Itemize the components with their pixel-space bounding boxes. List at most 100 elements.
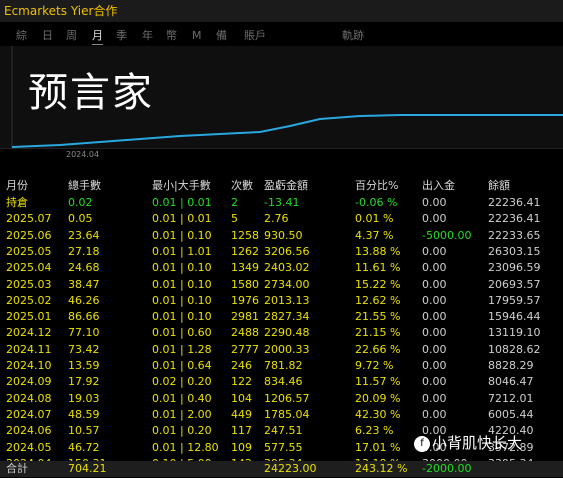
table-row-percent: 9.72 % <box>355 359 394 372</box>
table-row-min-max-lots: 0.01 | 0.10 <box>152 261 212 275</box>
table-row: 2025.06 23.64 0.01 | 0.10 1258 930.50 4.37 % -… <box>0 228 563 244</box>
tab-4[interactable]: 季 <box>116 28 127 44</box>
table-row-count: 1349 <box>231 261 259 275</box>
table-row-month: 2024.10 <box>6 359 52 372</box>
table-row: 2024.11 73.42 0.01 | 1.28 2777 2000.33 22.66 … <box>0 342 563 358</box>
table-row-balance: 17959.57 <box>488 293 541 307</box>
equity-curve <box>11 114 563 148</box>
table-row-pnl: 2000.33 <box>264 342 310 356</box>
table-row-deposit: 0.00 <box>422 277 447 291</box>
tab-2[interactable]: 周 <box>66 28 77 44</box>
table-row-percent: 21.15 % <box>355 326 401 340</box>
table-row-pnl: 930.50 <box>264 228 303 242</box>
table-row-month: 2024.12 <box>6 326 52 340</box>
total-row: 合計 704.21 24223.00 243.12 % -2000.00 <box>0 461 563 477</box>
table-row: 2024.08 19.03 0.01 | 0.40 104 1206.57 20.09 %… <box>0 391 563 407</box>
table-row: 2024.07 48.59 0.01 | 2.00 449 1785.04 42.30 %… <box>0 407 563 423</box>
table-row-min-max-lots: 0.01 | 12.80 <box>152 440 219 454</box>
header-row-month: 月份 <box>6 179 28 192</box>
table-row-percent: 42.30 % <box>355 407 401 421</box>
table-row-month: 2025.01 <box>6 310 52 324</box>
table-row-pnl: 2403.02 <box>264 261 310 275</box>
overlay-title: 预言家 <box>28 70 154 116</box>
tab-3[interactable]: 月 <box>92 28 103 45</box>
table-row-total-lots: 46.26 <box>68 293 100 307</box>
table-row-min-max-lots: 0.01 | 0.10 <box>152 310 212 324</box>
table-row-total-lots: 19.03 <box>68 391 100 405</box>
table-row: 2025.03 38.47 0.01 | 0.10 1580 2734.00 15.22 … <box>0 277 563 293</box>
table-row-pnl: 2013.13 <box>264 293 310 307</box>
table-row: 2025.04 24.68 0.01 | 0.10 1349 2403.02 11.61 … <box>0 260 563 276</box>
header-row-deposit: 出入金 <box>422 179 455 192</box>
table-row-month: 2024.06 <box>6 424 52 438</box>
table-row-total-lots: 38.47 <box>68 277 100 291</box>
table-row-pnl: 2290.48 <box>264 326 310 340</box>
table-row-balance: 6005.44 <box>488 407 534 421</box>
table-row-total-lots: 73.42 <box>68 342 100 356</box>
table-row-deposit: 0.00 <box>422 261 447 275</box>
table-row-month: 2024.11 <box>6 342 52 356</box>
total-row-percent: 243.12 % <box>355 462 408 475</box>
table-row-percent: 21.55 % <box>355 310 401 324</box>
watermark: f 小背肌快长大 <box>414 432 563 454</box>
table-row-min-max-lots: 0.01 | 0.10 <box>152 228 212 242</box>
table-row: 2025.07 0.05 0.01 | 0.01 5 2.76 0.01 % 0.00 222… <box>0 211 563 227</box>
table-row: 2025.02 46.26 0.01 | 0.10 1976 2013.13 12.62 … <box>0 293 563 309</box>
table-row-percent: 22.66 % <box>355 342 401 356</box>
table-row-balance: 8828.29 <box>488 359 534 372</box>
table-row-min-max-lots: 0.01 | 0.01 <box>152 212 212 226</box>
table-row-pnl: 834.46 <box>264 375 303 389</box>
table-row-deposit: 0.00 <box>422 391 447 405</box>
tab-8[interactable]: 備 <box>216 28 227 44</box>
table-row-balance: 26303.15 <box>488 244 541 258</box>
table-row-percent: 11.61 % <box>355 261 401 275</box>
table-row-deposit: 0.00 <box>422 326 447 340</box>
table-row-percent: 12.62 % <box>355 293 401 307</box>
table-row-percent: 11.57 % <box>355 375 401 389</box>
table-row-month: 2025.06 <box>6 228 52 242</box>
table-row-count: 2488 <box>231 326 259 340</box>
tab-5[interactable]: 年 <box>142 28 153 44</box>
table-row-total-lots: 23.64 <box>68 228 100 242</box>
tab-1[interactable]: 日 <box>42 28 53 44</box>
table-row-deposit: -5000.00 <box>422 228 472 242</box>
table-row-month: 2024.08 <box>6 391 52 405</box>
table-row-balance: 23096.59 <box>488 261 541 275</box>
tab-6[interactable]: 幣 <box>166 28 177 44</box>
table-row-pnl: 2734.00 <box>264 277 310 291</box>
table-row-min-max-lots: 0.01 | 0.20 <box>152 424 212 438</box>
header-row-count: 次數 <box>231 179 253 192</box>
table-row-balance: 22236.41 <box>488 196 541 209</box>
table-row-deposit: 0.00 <box>422 212 447 226</box>
tab-7[interactable]: M <box>192 28 202 44</box>
total-row-total-lots: 704.21 <box>68 462 107 475</box>
table-row-percent: -0.06 % <box>355 196 398 209</box>
table-row: 2025.05 27.18 0.01 | 1.01 1262 3206.56 13.88 … <box>0 244 563 260</box>
table-row-month: 2025.04 <box>6 261 52 275</box>
table-row-month: 2025.05 <box>6 244 52 258</box>
table-row-month: 持倉 <box>6 196 28 209</box>
table-row-pnl: 1206.57 <box>264 391 310 405</box>
table-row-pnl: 1785.04 <box>264 407 310 421</box>
watermark-text: 小背肌快长大 <box>432 434 523 452</box>
tab-9[interactable]: 賬戶 <box>244 28 266 44</box>
tab-0[interactable]: 綜 <box>16 28 27 44</box>
table-row-min-max-lots: 0.01 | 0.10 <box>152 293 212 307</box>
table-row-month: 2025.03 <box>6 277 52 291</box>
table-row-total-lots: 17.92 <box>68 375 100 389</box>
table-row-month: 2024.05 <box>6 440 52 454</box>
table-row-deposit: 0.00 <box>422 293 447 307</box>
tab-10[interactable]: 軌跡 <box>342 28 364 44</box>
table-row-min-max-lots: 0.02 | 0.20 <box>152 375 212 389</box>
table-row-min-max-lots: 0.01 | 2.00 <box>152 407 212 421</box>
table-row-total-lots: 46.72 <box>68 440 100 454</box>
table-row-count: 246 <box>231 359 252 372</box>
table-row-deposit: 0.00 <box>422 342 447 356</box>
total-row-deposit: -2000.00 <box>422 462 472 475</box>
table-row-min-max-lots: 0.01 | 1.01 <box>152 244 212 258</box>
table-row-count: 104 <box>231 391 252 405</box>
table-row-deposit: 0.00 <box>422 244 447 258</box>
table-row-deposit: 0.00 <box>422 310 447 324</box>
table-row-min-max-lots: 0.01 | 1.28 <box>152 342 212 356</box>
window-title: Ecmarkets Yier合作 <box>0 0 563 22</box>
